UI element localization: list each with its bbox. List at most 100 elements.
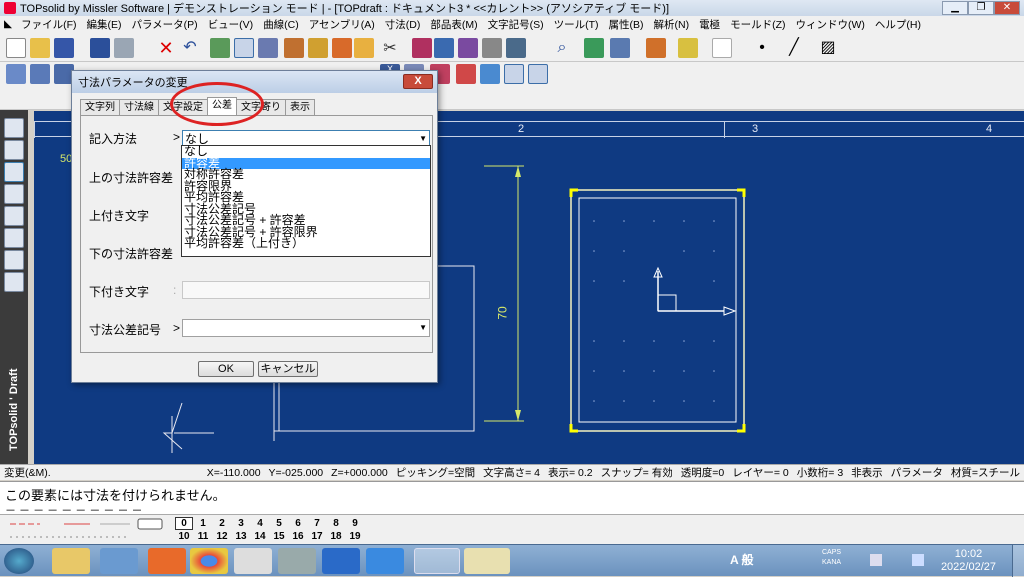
menu-file[interactable]: ファイル(F) xyxy=(16,17,81,32)
layer-17[interactable]: 17 xyxy=(308,531,326,542)
layer-6[interactable]: 6 xyxy=(289,518,307,529)
option-mean-tolerance-superscript[interactable]: 平均許容差（上付き） xyxy=(182,237,430,250)
open-folder-icon[interactable] xyxy=(30,38,50,58)
bar-icon[interactable] xyxy=(456,64,476,84)
line-style-icon[interactable]: ╱ xyxy=(784,38,804,58)
fast-dimension-icon[interactable] xyxy=(6,64,26,84)
tab-text[interactable]: 文字列 xyxy=(80,99,120,115)
menu-attribute[interactable]: 属性(B) xyxy=(604,17,649,32)
undo-icon[interactable]: ↶ xyxy=(180,38,200,58)
status-hidden[interactable]: 非表示 xyxy=(847,465,887,480)
chevron-down-icon[interactable]: ▼ xyxy=(419,320,427,336)
ok-button[interactable]: OK xyxy=(198,361,254,377)
zoom-fit-icon[interactable] xyxy=(584,38,604,58)
curve-icon[interactable] xyxy=(4,184,24,204)
status-material[interactable]: 材質=スチール xyxy=(947,465,1024,480)
save-icon[interactable] xyxy=(54,38,74,58)
internet-explorer-icon[interactable] xyxy=(366,548,404,574)
cursor-icon[interactable] xyxy=(354,38,374,58)
layer-19[interactable]: 19 xyxy=(346,531,364,542)
measure-icon[interactable] xyxy=(434,38,454,58)
zoom-icon[interactable]: ⌕ xyxy=(552,38,572,58)
layer-10[interactable]: 10 xyxy=(175,531,193,542)
pencil-icon[interactable] xyxy=(4,140,24,160)
media-player-icon[interactable] xyxy=(148,548,186,574)
ime-indicator[interactable]: A 般 xyxy=(730,551,754,568)
menu-tools[interactable]: ツール(T) xyxy=(549,17,604,32)
layer-3[interactable]: 3 xyxy=(232,518,250,529)
layer-14[interactable]: 14 xyxy=(251,531,269,542)
menu-bom[interactable]: 部品表(M) xyxy=(425,17,482,32)
dialog-title-bar[interactable]: 寸法パラメータの変更 X xyxy=(72,71,437,93)
layer-12[interactable]: 12 xyxy=(213,531,231,542)
paint-bucket-icon[interactable] xyxy=(4,250,24,270)
dimension-icon[interactable] xyxy=(30,64,50,84)
render-icon[interactable] xyxy=(646,38,666,58)
menu-edit[interactable]: 編集(E) xyxy=(82,17,127,32)
layer-13[interactable]: 13 xyxy=(232,531,250,542)
status-parameter[interactable]: パラメータ xyxy=(887,465,947,480)
status-decimals[interactable]: 小数桁= 3 xyxy=(793,465,847,480)
cancel-button[interactable]: キャンセル xyxy=(258,361,318,377)
start-button[interactable] xyxy=(4,548,34,574)
hatch-style-icon[interactable]: ▨ xyxy=(818,38,838,58)
hammer-icon[interactable] xyxy=(284,38,304,58)
layer-16[interactable]: 16 xyxy=(289,531,307,542)
layer-7[interactable]: 7 xyxy=(308,518,326,529)
table-icon[interactable] xyxy=(480,64,500,84)
close-button[interactable]: ✕ xyxy=(994,1,1020,15)
layer-15[interactable]: 15 xyxy=(270,531,288,542)
status-text-height[interactable]: 文字高さ= 4 xyxy=(479,465,544,480)
notation-dropdown-list[interactable]: なし 許容差 対称許容差 許容限界 平均許容差 寸法公差記号 寸法公差記号 + … xyxy=(181,145,431,257)
layer-4[interactable]: 4 xyxy=(251,518,269,529)
calculator-icon[interactable] xyxy=(278,548,316,574)
chrome-icon[interactable] xyxy=(190,548,228,574)
minimize-button[interactable]: ▁ xyxy=(942,1,968,15)
layer-18[interactable]: 18 xyxy=(327,531,345,542)
system-clock[interactable]: 10:02 2022/02/27 xyxy=(941,548,996,574)
tab-display[interactable]: 表示 xyxy=(285,99,315,115)
select-tool-icon[interactable] xyxy=(234,38,254,58)
outlook-icon[interactable] xyxy=(322,548,360,574)
tools-icon[interactable] xyxy=(308,38,328,58)
dialog-close-button[interactable]: X xyxy=(403,74,433,89)
grid-icon[interactable] xyxy=(4,206,24,226)
tolerance-symbol-select[interactable]: ▼ xyxy=(182,319,430,337)
window-view-icon[interactable] xyxy=(610,38,630,58)
tab-dimension-line[interactable]: 寸法線 xyxy=(119,99,159,115)
properties-icon[interactable] xyxy=(90,38,110,58)
parameters-icon[interactable] xyxy=(258,38,278,58)
layer-1[interactable]: 1 xyxy=(194,518,212,529)
color-picker[interactable] xyxy=(712,38,732,58)
analysis-icon[interactable] xyxy=(504,64,524,84)
status-layer[interactable]: レイヤー= 0 xyxy=(728,465,793,480)
menu-mold[interactable]: モールド(Z) xyxy=(725,17,790,32)
line-icon[interactable] xyxy=(4,162,24,182)
menu-curve[interactable]: 曲線(C) xyxy=(258,17,304,32)
menu-window[interactable]: ウィンドウ(W) xyxy=(791,17,870,32)
paint-icon[interactable] xyxy=(332,38,352,58)
trim-icon[interactable]: ✂ xyxy=(380,38,400,58)
auto-icon[interactable] xyxy=(528,64,548,84)
status-transparency[interactable]: 透明度=0 xyxy=(677,465,728,480)
menu-assembly[interactable]: アセンブリ(A) xyxy=(304,17,380,32)
menu-analysis[interactable]: 解析(N) xyxy=(649,17,695,32)
new-file-icon[interactable] xyxy=(6,38,26,58)
layer-0[interactable]: 0 xyxy=(175,517,193,530)
menu-view[interactable]: ビュー(V) xyxy=(203,17,259,32)
menu-electrode[interactable]: 電極 xyxy=(694,17,725,32)
material-icon[interactable] xyxy=(678,38,698,58)
menu-help[interactable]: ヘルプ(H) xyxy=(870,17,926,32)
network-icon[interactable] xyxy=(912,554,924,566)
hook-icon[interactable] xyxy=(482,38,502,58)
layer-icon[interactable] xyxy=(210,38,230,58)
restore-button[interactable]: ❐ xyxy=(968,1,994,15)
layer-8[interactable]: 8 xyxy=(327,518,345,529)
topsolid-taskbar-button[interactable] xyxy=(414,548,460,574)
layer-5[interactable]: 5 xyxy=(270,518,288,529)
color-icon[interactable] xyxy=(4,228,24,248)
layer-11[interactable]: 11 xyxy=(194,531,212,542)
status-snap[interactable]: スナップ= 有効 xyxy=(597,465,677,480)
line-style-swatches[interactable] xyxy=(0,515,170,545)
point-style-icon[interactable]: • xyxy=(752,38,772,58)
